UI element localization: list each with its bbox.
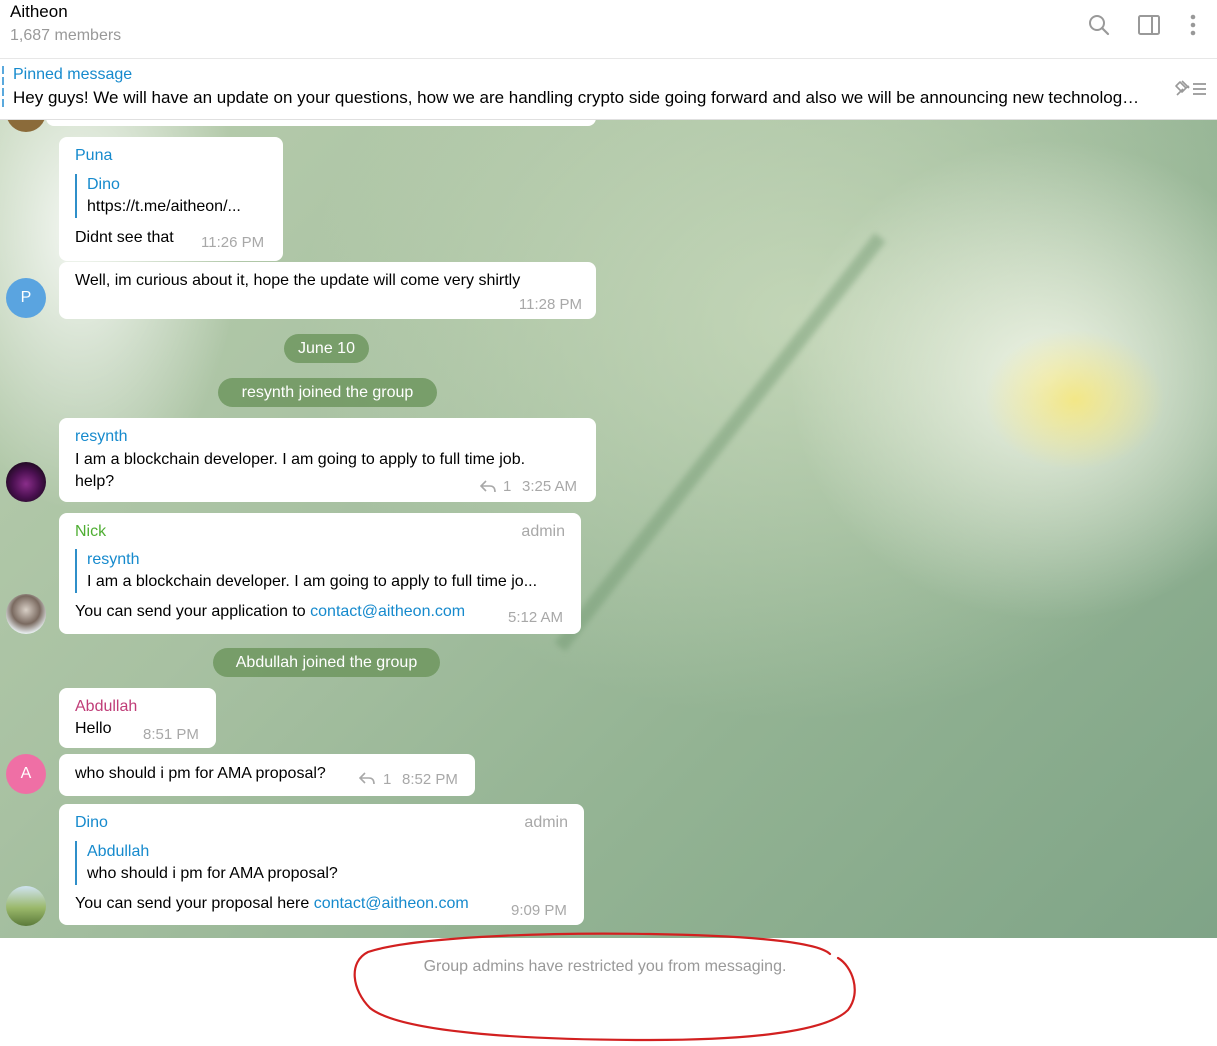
message-bubble-abdullah-2[interactable]: who should i pm for AMA proposal? 1 8:52… bbox=[59, 754, 475, 796]
avatar-nick[interactable] bbox=[6, 594, 46, 634]
unpin-list-icon[interactable] bbox=[1173, 77, 1207, 99]
reply-preview[interactable]: Dino https://t.me/aitheon/... bbox=[75, 174, 241, 218]
sender-name[interactable]: Abdullah bbox=[75, 698, 137, 716]
chat-header: Aitheon 1,687 members bbox=[0, 0, 1217, 59]
message-bubble-puna[interactable]: Puna Dino https://t.me/aitheon/... Didnt… bbox=[59, 137, 283, 261]
pinned-indicator-bar bbox=[2, 66, 4, 109]
sender-name[interactable]: resynth bbox=[75, 428, 127, 446]
message-time: 11:26 PM bbox=[201, 234, 265, 251]
message-time: 5:12 AM bbox=[508, 609, 564, 626]
reply-text: who should i pm for AMA proposal? bbox=[87, 865, 338, 882]
message-text: Didnt see that bbox=[75, 229, 174, 246]
email-link[interactable]: contact@aitheon.com bbox=[310, 603, 465, 620]
message-time: 9:09 PM bbox=[511, 902, 567, 919]
search-icon[interactable] bbox=[1087, 13, 1111, 37]
message-text-line1: I am a blockchain developer. I am going … bbox=[75, 451, 526, 468]
previous-message-bubble[interactable] bbox=[46, 120, 596, 126]
chat-title[interactable]: Aitheon bbox=[10, 2, 68, 22]
message-text: Well, im curious about it, hope the upda… bbox=[75, 272, 521, 289]
chat-history[interactable]: Puna Dino https://t.me/aitheon/... Didnt… bbox=[0, 120, 1217, 938]
sender-name[interactable]: Dino bbox=[75, 814, 108, 832]
pinned-title: Pinned message bbox=[13, 66, 133, 83]
avatar-resynth[interactable] bbox=[6, 462, 46, 502]
reply-sender: Abdullah bbox=[87, 843, 150, 860]
reply-preview[interactable]: Abdullah who should i pm for AMA proposa… bbox=[75, 841, 338, 885]
reply-sender: Dino bbox=[87, 176, 120, 193]
message-bubble-nick[interactable]: Nick admin resynth I am a blockchain dev… bbox=[59, 513, 581, 634]
message-text-line2: help? bbox=[75, 473, 115, 490]
avatar-puna[interactable]: P bbox=[6, 278, 46, 318]
sidebar-toggle-icon[interactable] bbox=[1137, 13, 1161, 37]
reply-count[interactable]: 1 bbox=[503, 478, 511, 495]
message-text: You can send your application to contact… bbox=[75, 603, 465, 621]
reply-arrow-icon[interactable] bbox=[480, 479, 496, 493]
email-link[interactable]: contact@aitheon.com bbox=[314, 895, 469, 912]
message-text: You can send your proposal here contact@… bbox=[75, 895, 469, 913]
message-time: 8:51 PM bbox=[143, 726, 199, 743]
sender-name[interactable]: Puna bbox=[75, 147, 112, 165]
wallpaper-stem bbox=[554, 232, 886, 652]
message-bubble-abdullah[interactable]: Abdullah Hello 8:51 PM bbox=[59, 688, 216, 748]
pinned-message-bar[interactable]: Pinned message Hey guys! We will have an… bbox=[0, 59, 1217, 120]
message-time: 3:25 AM bbox=[522, 478, 578, 495]
reply-arrow-icon[interactable] bbox=[359, 771, 375, 785]
admin-badge: admin bbox=[521, 523, 565, 540]
member-count[interactable]: 1,687 members bbox=[10, 27, 121, 45]
more-vert-icon[interactable] bbox=[1181, 13, 1205, 37]
message-bubble-puna-2[interactable]: Well, im curious about it, hope the upda… bbox=[59, 262, 596, 319]
avatar-dino[interactable] bbox=[6, 886, 46, 926]
admin-badge: admin bbox=[524, 814, 568, 831]
service-message-join: resynth joined the group bbox=[218, 378, 437, 407]
message-time: 8:52 PM bbox=[402, 771, 458, 788]
message-bubble-resynth[interactable]: resynth I am a blockchain developer. I a… bbox=[59, 418, 596, 502]
date-separator: June 10 bbox=[284, 334, 369, 363]
reply-sender: resynth bbox=[87, 551, 140, 568]
reply-preview[interactable]: resynth I am a blockchain developer. I a… bbox=[75, 549, 537, 593]
composer-area: Group admins have restricted you from me… bbox=[0, 932, 1217, 1046]
avatar-abdullah[interactable]: A bbox=[6, 754, 46, 794]
message-bubble-dino[interactable]: Dino admin Abdullah who should i pm for … bbox=[59, 804, 584, 925]
reply-text: https://t.me/aitheon/... bbox=[87, 198, 241, 215]
service-message-join: Abdullah joined the group bbox=[213, 648, 440, 677]
message-time: 11:28 PM bbox=[518, 296, 582, 313]
message-text-body: You can send your proposal here bbox=[75, 895, 314, 912]
message-text-body: You can send your application to bbox=[75, 603, 311, 620]
pinned-text: Hey guys! We will have an update on your… bbox=[13, 88, 1145, 107]
avatar[interactable] bbox=[6, 120, 46, 132]
sender-name[interactable]: Nick bbox=[75, 523, 106, 541]
message-text: who should i pm for AMA proposal? bbox=[75, 765, 326, 782]
reply-text: I am a blockchain developer. I am going … bbox=[87, 573, 538, 590]
message-text: Hello bbox=[75, 720, 112, 737]
reply-count[interactable]: 1 bbox=[383, 771, 391, 788]
red-annotation-ellipse bbox=[353, 932, 856, 1042]
